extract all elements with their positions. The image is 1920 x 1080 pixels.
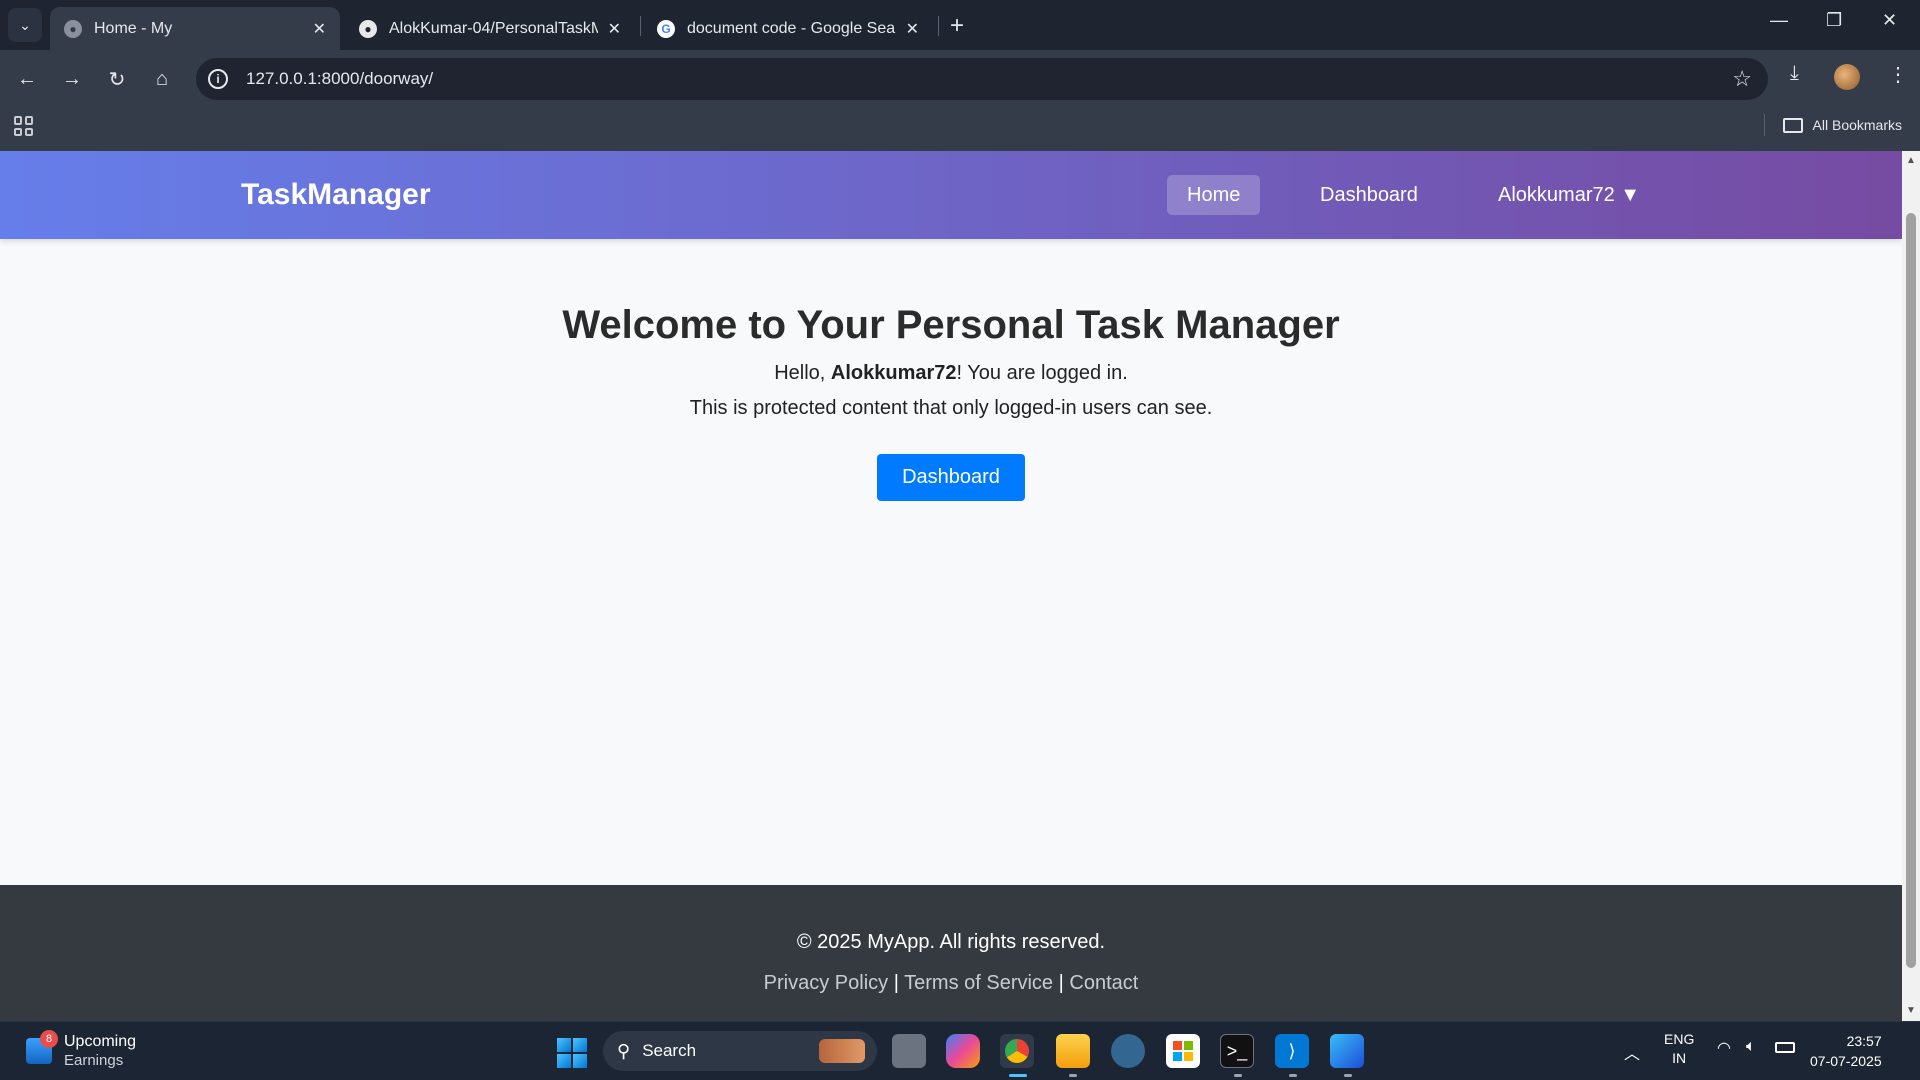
site-navbar: TaskManager Home Dashboard Alokkumar72 ▼ xyxy=(0,151,1902,239)
address-bar[interactable]: i 127.0.0.1:8000/doorway/ ☆ xyxy=(196,58,1768,100)
bookmarks-separator xyxy=(1763,114,1765,136)
apps-grid-icon[interactable] xyxy=(14,116,34,136)
dashboard-button[interactable]: Dashboard xyxy=(877,454,1025,501)
tab-title: Home - My xyxy=(94,19,173,37)
greeting-text: Hello, Alokkumar72! You are logged in. xyxy=(0,362,1902,385)
minimize-icon[interactable]: — xyxy=(1770,10,1788,31)
copyright-text: © 2025 MyApp. All rights reserved. xyxy=(796,931,1106,953)
reload-icon[interactable]: ↻ xyxy=(100,62,134,96)
windows-start-icon[interactable] xyxy=(557,1038,587,1068)
widget-subtitle: Earnings xyxy=(64,1052,124,1069)
windows-taskbar: 8 Upcoming Earnings ⚲ Search >_ ⟩ ︿ ENG … xyxy=(0,1021,1920,1080)
new-tab-plus-icon[interactable]: + xyxy=(950,12,964,40)
globe-icon: ● xyxy=(64,19,82,38)
footer-separator: | xyxy=(1058,972,1064,994)
close-icon[interactable]: ✕ xyxy=(906,19,919,39)
volume-icon[interactable]: 🔈︎ xyxy=(1746,1038,1756,1056)
scroll-up-arrow-icon[interactable]: ▲ xyxy=(1906,155,1916,166)
browser-toolbar: ← → ↻ ⌂ i 127.0.0.1:8000/doorway/ ☆ ⤓ ⋮ … xyxy=(0,50,1920,158)
stocks-widget-icon: 8 xyxy=(26,1030,58,1064)
taskbar-search[interactable]: ⚲ Search xyxy=(603,1031,877,1071)
tab-home[interactable]: ● Home - My ✕ xyxy=(50,7,340,50)
site-brand[interactable]: TaskManager xyxy=(241,178,431,212)
battery-icon[interactable] xyxy=(1775,1040,1795,1056)
microsoft-store-icon[interactable] xyxy=(1166,1034,1200,1068)
file-explorer-icon[interactable] xyxy=(1056,1034,1090,1068)
show-hidden-icons-chevron-icon[interactable]: ︿ xyxy=(1624,1040,1640,1064)
page-viewport: TaskManager Home Dashboard Alokkumar72 ▼… xyxy=(0,151,1902,1021)
search-highlight-image xyxy=(819,1039,865,1063)
scrollbar-thumb[interactable] xyxy=(1906,213,1916,968)
main-content: Welcome to Your Personal Task Manager He… xyxy=(0,239,1902,501)
profile-avatar[interactable] xyxy=(1834,64,1860,90)
vscode-running-indicator xyxy=(1289,1074,1297,1077)
nav-dashboard-link[interactable]: Dashboard xyxy=(1300,175,1438,215)
greeting-suffix: ! You are logged in. xyxy=(956,362,1128,384)
terminal-icon[interactable]: >_ xyxy=(1220,1034,1254,1068)
language-top: ENG xyxy=(1664,1031,1695,1047)
forward-arrow-icon[interactable]: → xyxy=(55,62,89,96)
copilot-icon[interactable] xyxy=(946,1034,980,1068)
privacy-policy-link[interactable]: Privacy Policy xyxy=(764,972,888,994)
back-arrow-icon[interactable]: ← xyxy=(10,62,44,96)
close-icon[interactable]: ✕ xyxy=(608,19,621,39)
scroll-down-arrow-icon[interactable]: ▼ xyxy=(1906,1005,1916,1016)
tab-google-search[interactable]: G document code - Google Searc ✕ xyxy=(643,7,933,50)
window-close-icon[interactable]: ✕ xyxy=(1882,10,1897,31)
page-scrollbar[interactable]: ▲ ▼ xyxy=(1902,151,1920,1021)
explorer-running-indicator xyxy=(1069,1074,1077,1077)
bookmark-star-icon[interactable]: ☆ xyxy=(1732,66,1752,92)
google-icon: G xyxy=(657,19,675,38)
terminal-running-indicator xyxy=(1234,1074,1242,1077)
vscode-icon[interactable]: ⟩ xyxy=(1275,1034,1309,1068)
tab-separator xyxy=(938,16,939,36)
close-icon[interactable]: ✕ xyxy=(313,19,326,39)
username: Alokkumar72 xyxy=(830,362,957,384)
language-bottom: IN xyxy=(1672,1050,1687,1066)
all-bookmarks-label: All Bookmarks xyxy=(1812,117,1902,133)
postgresql-icon[interactable] xyxy=(1111,1034,1145,1068)
tab-separator xyxy=(640,16,641,36)
widget-title: Upcoming xyxy=(64,1033,137,1050)
chrome-icon[interactable] xyxy=(1000,1034,1034,1068)
more-menu-icon[interactable]: ⋮ xyxy=(1888,62,1908,87)
github-icon: ● xyxy=(359,19,377,38)
download-icon[interactable]: ⤓ xyxy=(1790,62,1799,85)
protected-content-text: This is protected content that only logg… xyxy=(689,397,1213,419)
folder-icon xyxy=(1782,117,1803,133)
search-icon: ⚲ xyxy=(617,1040,631,1061)
contact-link[interactable]: Contact xyxy=(1069,972,1138,994)
site-footer: © 2025 MyApp. All rights reserved. Priva… xyxy=(0,885,1902,1021)
tab-search-chevron-icon[interactable]: ⌄ xyxy=(8,8,42,42)
clock-date: 07-07-2025 xyxy=(1810,1053,1882,1069)
chrome-active-indicator xyxy=(1009,1074,1027,1077)
terms-of-service-link[interactable]: Terms of Service xyxy=(904,972,1053,994)
user-menu-dropdown[interactable]: Alokkumar72 ▼ xyxy=(1478,175,1660,215)
language-indicator[interactable]: ENG IN xyxy=(1664,1030,1694,1068)
paint-running-indicator xyxy=(1344,1074,1352,1077)
footer-separator: | xyxy=(893,972,899,994)
tab-github[interactable]: ● AlokKumar-04/PersonalTaskMa ✕ xyxy=(345,7,635,50)
address-url[interactable]: 127.0.0.1:8000/doorway/ xyxy=(246,69,433,89)
page-title: Welcome to Your Personal Task Manager xyxy=(562,303,1340,347)
notification-badge: 8 xyxy=(40,1030,58,1048)
wifi-icon[interactable]: ◠ xyxy=(1717,1038,1731,1058)
widgets-button[interactable]: 8 Upcoming Earnings xyxy=(26,1030,137,1070)
tab-title: document code - Google Searc xyxy=(687,19,896,37)
task-view-icon[interactable] xyxy=(892,1034,926,1068)
greeting-prefix: Hello, xyxy=(774,362,831,384)
footer-links: Privacy Policy | Terms of Service | Cont… xyxy=(0,972,1902,995)
clock-time: 23:57 xyxy=(1846,1033,1882,1049)
nav-home-link[interactable]: Home xyxy=(1167,175,1261,215)
restore-icon[interactable]: ❐ xyxy=(1826,10,1842,31)
browser-tab-strip: ⌄ ● Home - My ✕ ● AlokKumar-04/PersonalT… xyxy=(0,0,1920,50)
paint-app-icon[interactable] xyxy=(1330,1034,1364,1068)
site-info-icon[interactable]: i xyxy=(208,69,228,89)
system-clock[interactable]: 23:57 07-07-2025 xyxy=(1810,1031,1882,1071)
all-bookmarks-button[interactable]: All Bookmarks xyxy=(1763,114,1902,136)
tab-title: AlokKumar-04/PersonalTaskMa xyxy=(389,19,598,37)
home-icon[interactable]: ⌂ xyxy=(145,62,179,96)
taskbar-search-label: Search xyxy=(642,1041,697,1060)
